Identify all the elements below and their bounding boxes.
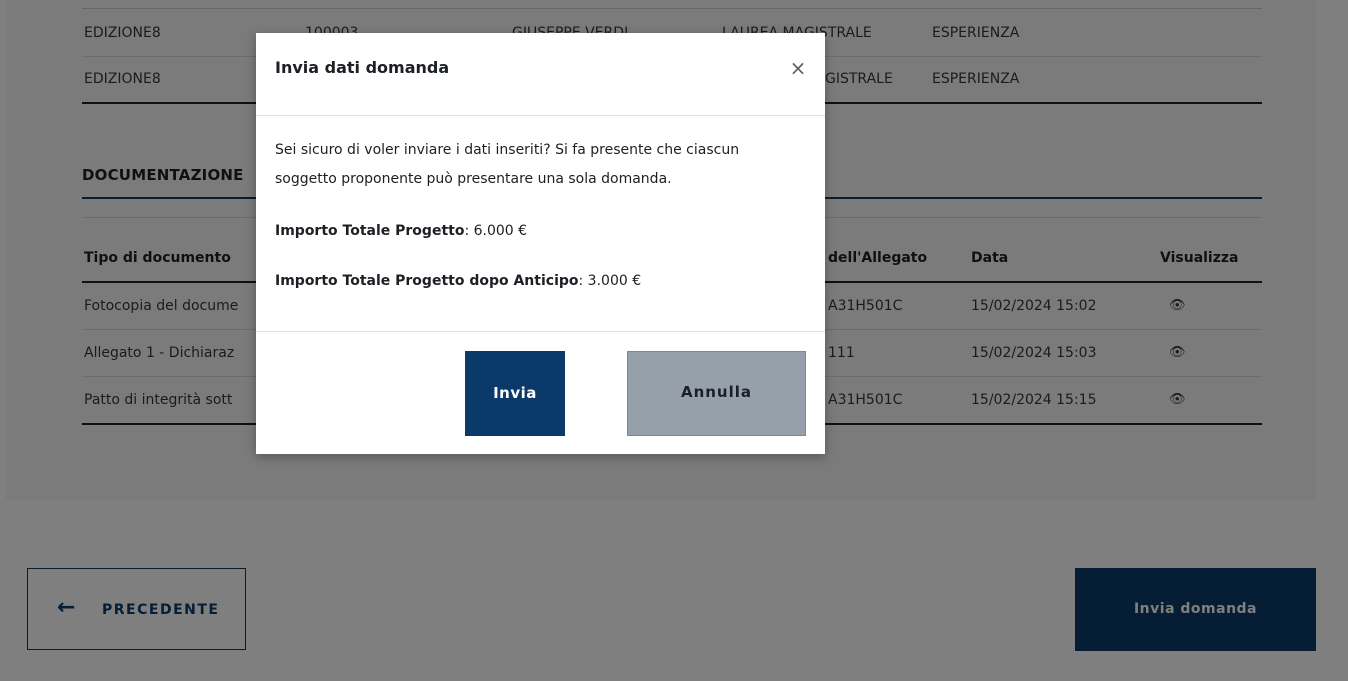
importo-anticipo-value: : 3.000 € [578, 273, 642, 289]
importo-totale-label: Importo Totale Progetto [275, 223, 465, 239]
confirm-submit-modal: Invia dati domanda × Sei sicuro di voler… [256, 33, 825, 454]
importo-totale-line: Importo Totale Progetto: 6.000 € [275, 221, 527, 241]
close-icon[interactable]: × [787, 57, 809, 79]
importo-totale-value: : 6.000 € [464, 223, 528, 239]
confirm-send-button[interactable]: Invia [465, 351, 565, 436]
modal-footer-divider [256, 331, 825, 332]
cancel-button[interactable]: Annulla [627, 351, 806, 436]
importo-anticipo-line: Importo Totale Progetto dopo Anticipo: 3… [275, 271, 641, 291]
importo-anticipo-label: Importo Totale Progetto dopo Anticipo [275, 273, 579, 289]
modal-header-divider [256, 115, 825, 116]
modal-title: Invia dati domanda [275, 58, 450, 77]
modal-message: Sei sicuro di voler inviare i dati inser… [275, 142, 740, 187]
